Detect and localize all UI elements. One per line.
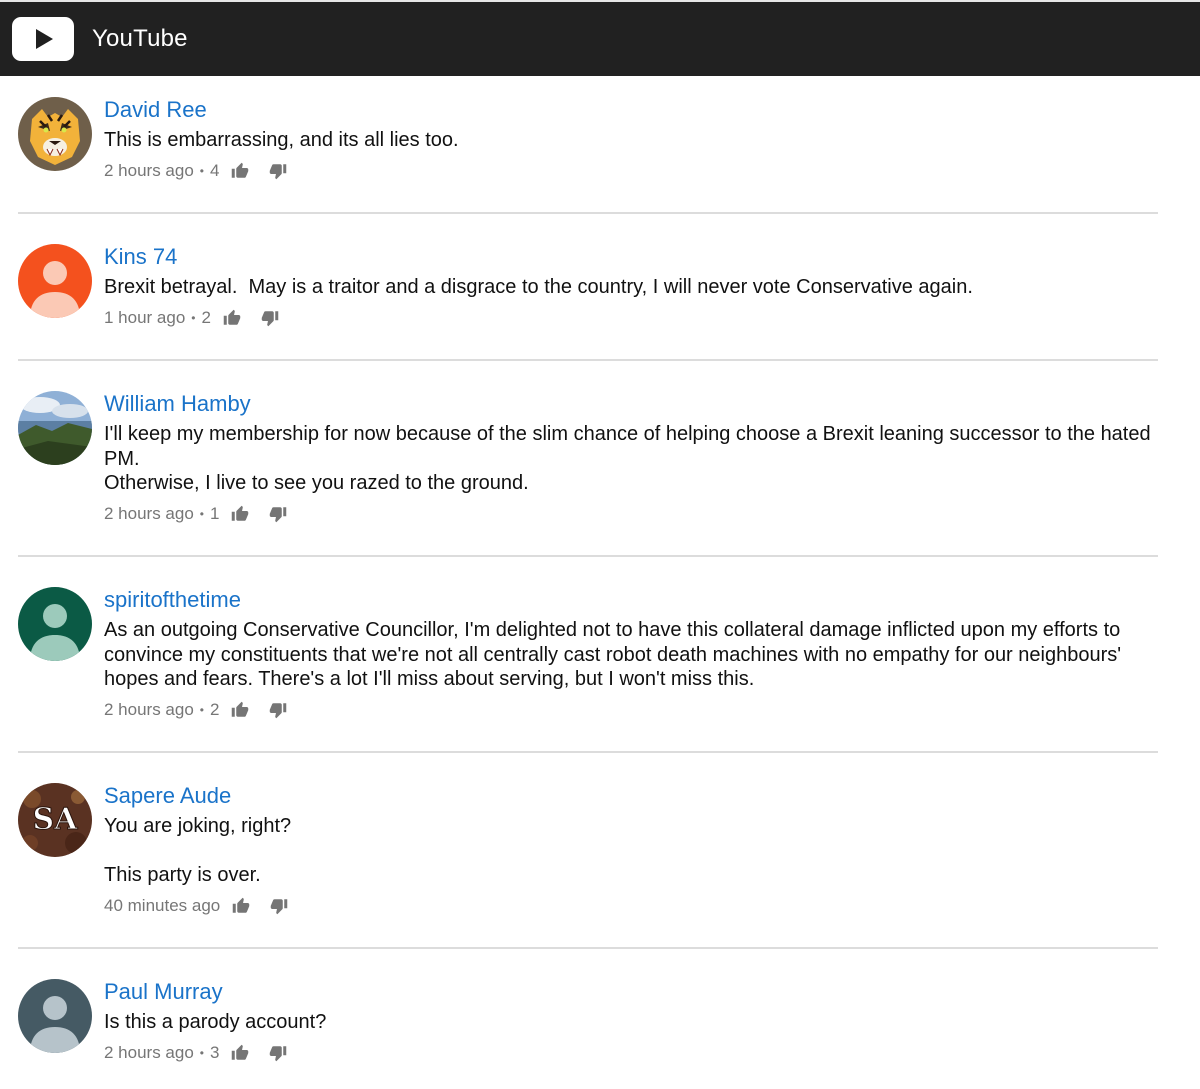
comment-time: 40 minutes ago bbox=[104, 896, 221, 915]
coast-photo-avatar[interactable] bbox=[18, 391, 92, 465]
comment-time: 1 hour ago bbox=[104, 308, 186, 327]
comment-author[interactable]: Paul Murray bbox=[104, 978, 223, 1006]
comment-divider bbox=[18, 751, 1158, 753]
app-title: YouTube bbox=[92, 25, 188, 52]
meta-separator: • bbox=[199, 164, 204, 178]
like-count: 2 bbox=[210, 700, 220, 719]
meta-separator: • bbox=[199, 507, 204, 521]
default-avatar-green[interactable] bbox=[18, 587, 92, 661]
comment-author[interactable]: David Ree bbox=[104, 96, 207, 124]
meta-separator: • bbox=[199, 703, 204, 717]
header-top-edge bbox=[0, 0, 1200, 2]
default-avatar-slate[interactable] bbox=[18, 979, 92, 1053]
comment-text: This is embarrassing, and its all lies t… bbox=[104, 129, 459, 151]
comment-divider bbox=[18, 555, 1158, 557]
comment-meta: 40 minutes ago bbox=[104, 894, 288, 918]
sa-monogram-avatar[interactable]: SA bbox=[18, 783, 92, 857]
like-count: 1 bbox=[210, 504, 220, 523]
meta-separator: • bbox=[191, 311, 196, 325]
comment-text: I'll keep my membership for now because … bbox=[104, 423, 1151, 494]
thumbs-up-icon[interactable] bbox=[231, 505, 249, 523]
comment-text: As an outgoing Conservative Councillor, … bbox=[104, 619, 1127, 690]
thumbs-down-icon[interactable] bbox=[269, 162, 287, 180]
avatar-monogram: SA bbox=[33, 802, 79, 837]
comment-author[interactable]: spiritofthetime bbox=[104, 586, 241, 614]
like-count: 3 bbox=[210, 1043, 220, 1062]
play-icon bbox=[36, 29, 53, 49]
comment-time: 2 hours ago bbox=[104, 1043, 194, 1062]
comment-divider bbox=[18, 947, 1158, 949]
comment-text: Is this a parody account? bbox=[104, 1011, 327, 1033]
comment-text: Brexit betrayal. May is a traitor and a … bbox=[104, 276, 973, 298]
thumbs-down-icon[interactable] bbox=[270, 897, 288, 915]
comment-time: 2 hours ago bbox=[104, 700, 194, 719]
thumbs-up-icon[interactable] bbox=[232, 897, 250, 915]
like-count: 2 bbox=[201, 308, 211, 327]
youtube-logo-button[interactable] bbox=[12, 17, 74, 61]
comment-meta: 2 hours ago • 1 bbox=[104, 502, 287, 526]
comment-meta: 2 hours ago • 4 bbox=[104, 159, 287, 183]
comment-meta: 2 hours ago • 3 bbox=[104, 1041, 287, 1065]
comment-meta: 2 hours ago • 2 bbox=[104, 698, 287, 722]
comment-time: 2 hours ago bbox=[104, 161, 194, 180]
comment-author[interactable]: Kins 74 bbox=[104, 243, 177, 271]
comment-author[interactable]: William Hamby bbox=[104, 390, 251, 418]
comment-time: 2 hours ago bbox=[104, 504, 194, 523]
thumbs-down-icon[interactable] bbox=[269, 701, 287, 719]
default-avatar-orange[interactable] bbox=[18, 244, 92, 318]
thumbs-up-icon[interactable] bbox=[231, 701, 249, 719]
meta-separator: • bbox=[199, 1046, 204, 1060]
comment-author[interactable]: Sapere Aude bbox=[104, 782, 231, 810]
thumbs-down-icon[interactable] bbox=[261, 309, 279, 327]
tiger-avatar[interactable] bbox=[18, 97, 92, 171]
thumbs-up-icon[interactable] bbox=[223, 309, 241, 327]
thumbs-down-icon[interactable] bbox=[269, 505, 287, 523]
thumbs-up-icon[interactable] bbox=[231, 162, 249, 180]
thumbs-down-icon[interactable] bbox=[269, 1044, 287, 1062]
app-header: YouTube bbox=[0, 0, 1200, 76]
comment-text: You are joking, right? This party is ove… bbox=[104, 815, 292, 886]
comment-meta: 1 hour ago • 2 bbox=[104, 306, 279, 330]
thumbs-up-icon[interactable] bbox=[231, 1044, 249, 1062]
like-count: 4 bbox=[210, 161, 220, 180]
comment-divider bbox=[18, 212, 1158, 214]
comment-divider bbox=[18, 359, 1158, 361]
